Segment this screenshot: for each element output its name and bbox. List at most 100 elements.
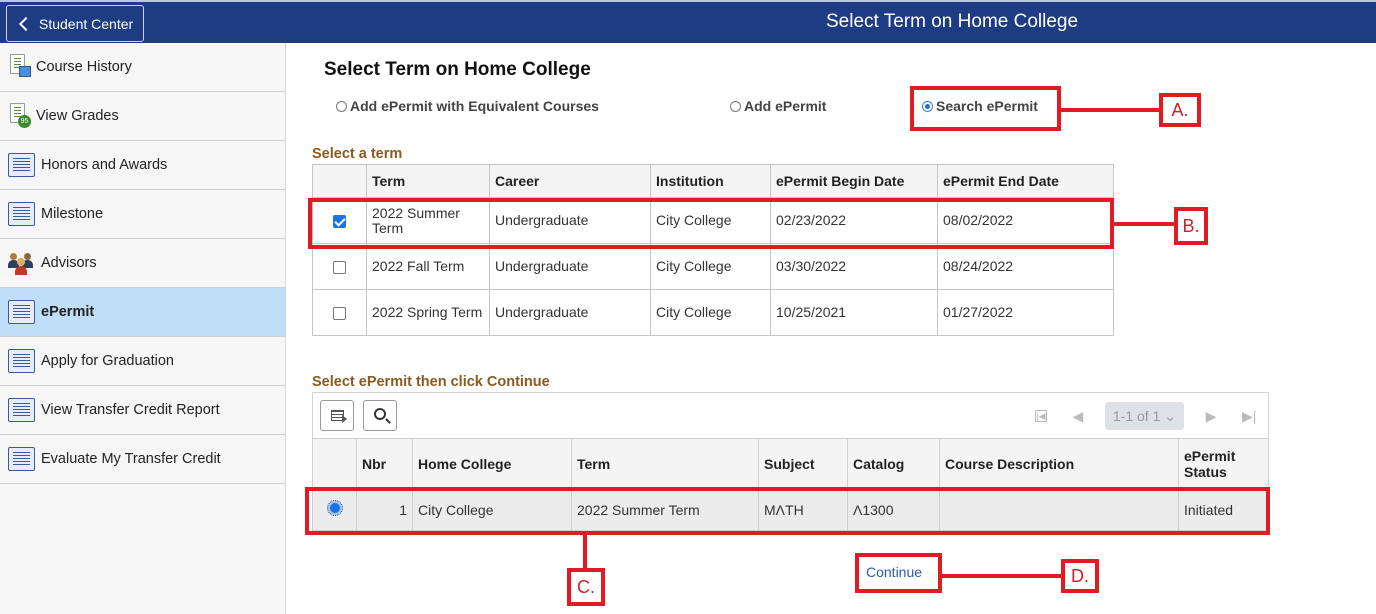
- radio-button[interactable]: [336, 100, 347, 112]
- sidebar-item-course-history[interactable]: Course History: [0, 43, 285, 92]
- header-title: Select Term on Home College: [826, 11, 1079, 32]
- sidebar-nav: Course History 95 View Grades Honors and…: [0, 43, 286, 614]
- radio-button-selected[interactable]: [922, 100, 933, 112]
- grades-icon: 95: [8, 103, 31, 129]
- table-row: 2022 Fall Term Undergraduate City Colleg…: [312, 243, 1114, 290]
- sidebar-item-label: View Grades: [36, 108, 119, 124]
- personalize-grid-button[interactable]: [320, 400, 354, 431]
- col-course-description: Course Description: [939, 438, 1179, 489]
- grid-settings-icon: [331, 410, 347, 423]
- student-center-back-button[interactable]: Student Center: [6, 5, 144, 42]
- list-icon: [8, 300, 35, 324]
- status-cell: Initiated: [1178, 488, 1269, 531]
- term-checkbox[interactable]: [333, 306, 346, 320]
- sidebar-item-label: Apply for Graduation: [41, 353, 174, 369]
- first-page-icon[interactable]: |◀: [1034, 410, 1047, 422]
- continue-link[interactable]: Continue: [866, 564, 922, 580]
- grid-toolbar: |◀ ◀ 1-1 of 1 ⌄ ▶ ▶|: [312, 392, 1269, 438]
- annotation-label-a: A.: [1159, 93, 1201, 127]
- col-begin-date: ePermit Begin Date: [770, 164, 938, 198]
- main-content: Select Term on Home College Add ePermit …: [287, 43, 1376, 614]
- table-row: 2022 Spring Term Undergraduate City Coll…: [312, 289, 1114, 336]
- list-icon: [8, 153, 35, 177]
- description-cell: [939, 488, 1179, 531]
- sidebar-item-transfer-credit-report[interactable]: View Transfer Credit Report: [0, 386, 285, 435]
- col-catalog: Catalog: [847, 438, 940, 489]
- catalog-cell: Λ1300: [847, 488, 940, 531]
- chevron-left-icon: [18, 16, 34, 31]
- end-date-cell: 08/02/2022: [937, 197, 1114, 244]
- col-nbr: Nbr: [356, 438, 413, 489]
- pager: |◀ ◀ 1-1 of 1 ⌄ ▶ ▶|: [1023, 393, 1268, 439]
- begin-date-cell: 02/23/2022: [770, 197, 938, 244]
- annotation-line-a: [1061, 108, 1161, 112]
- sidebar-item-label: Milestone: [41, 206, 104, 222]
- annotation-line-d: [942, 574, 1064, 578]
- annotation-label-c: C.: [567, 568, 605, 606]
- term-checkbox-checked[interactable]: [333, 214, 346, 228]
- career-cell: Undergraduate: [489, 243, 651, 290]
- sidebar-item-epermit[interactable]: ePermit: [0, 288, 285, 337]
- permits-table: Nbr Home College Term Subject Catalog Co…: [312, 438, 1269, 531]
- radio-button[interactable]: [730, 100, 741, 112]
- subject-cell: MΛTH: [758, 488, 848, 531]
- page-title: Select Term on Home College: [324, 59, 591, 80]
- epermit-grid: |◀ ◀ 1-1 of 1 ⌄ ▶ ▶| Nbr Home College Te…: [312, 392, 1269, 531]
- col-home-college: Home College: [412, 438, 572, 489]
- back-button-label: Student Center: [39, 15, 134, 32]
- col-institution: Institution: [650, 164, 771, 198]
- sidebar-item-label: View Transfer Credit Report: [41, 402, 220, 418]
- table-row: 2022 Summer Term Undergraduate City Coll…: [312, 197, 1114, 244]
- term-cell: 2022 Spring Term: [366, 289, 490, 336]
- option-add-epermit-equivalent[interactable]: Add ePermit with Equivalent Courses: [336, 98, 599, 114]
- institution-cell: City College: [650, 197, 771, 244]
- top-header: Student Center Select Term on Home Colle…: [0, 0, 1376, 43]
- sidebar-item-view-grades[interactable]: 95 View Grades: [0, 92, 285, 141]
- col-career: Career: [489, 164, 651, 198]
- sidebar-item-label: Evaluate My Transfer Credit: [41, 451, 221, 467]
- sidebar-item-advisors[interactable]: Advisors: [0, 239, 285, 288]
- col-term: Term: [366, 164, 490, 198]
- sidebar-item-milestone[interactable]: Milestone: [0, 190, 285, 239]
- annotation-line-b: [1114, 222, 1178, 226]
- option-search-epermit[interactable]: Search ePermit: [922, 98, 1038, 114]
- find-button[interactable]: [363, 400, 397, 431]
- list-icon: [8, 398, 35, 422]
- people-icon: [8, 251, 35, 275]
- select-epermit-label: Select ePermit then click Continue: [312, 374, 550, 390]
- option-add-epermit[interactable]: Add ePermit: [730, 98, 826, 114]
- page-range-select[interactable]: 1-1 of 1 ⌄: [1104, 402, 1184, 430]
- search-icon: [374, 408, 386, 420]
- previous-page-icon[interactable]: ◀: [1071, 408, 1085, 425]
- col-select: [312, 164, 367, 198]
- col-epermit-status: ePermit Status: [1178, 438, 1269, 489]
- sidebar-item-label: ePermit: [41, 304, 95, 320]
- col-select: [312, 438, 357, 489]
- sidebar-item-apply-graduation[interactable]: Apply for Graduation: [0, 337, 285, 386]
- sidebar-item-honors-awards[interactable]: Honors and Awards: [0, 141, 285, 190]
- terms-table: Term Career Institution ePermit Begin Da…: [312, 164, 1114, 336]
- sidebar-item-evaluate-transfer-credit[interactable]: Evaluate My Transfer Credit: [0, 435, 285, 484]
- end-date-cell: 08/24/2022: [937, 243, 1114, 290]
- sidebar-item-label: Honors and Awards: [41, 157, 168, 173]
- annotation-label-b: B.: [1174, 207, 1208, 245]
- begin-date-cell: 10/25/2021: [770, 289, 938, 336]
- term-checkbox[interactable]: [333, 260, 346, 274]
- course-history-icon: [8, 54, 31, 80]
- annotation-line-c: [583, 535, 587, 570]
- table-row: 1 City College 2022 Summer Term MΛTH Λ13…: [312, 488, 1269, 531]
- list-icon: [8, 202, 35, 226]
- epermit-radio-selected[interactable]: [326, 500, 343, 516]
- nbr-cell: 1: [356, 488, 413, 531]
- next-page-icon[interactable]: ▶: [1204, 408, 1218, 425]
- sidebar-item-label: Advisors: [41, 255, 97, 271]
- sidebar-item-label: Course History: [36, 59, 132, 75]
- term-cell: 2022 Summer Term: [366, 197, 490, 244]
- col-subject: Subject: [758, 438, 848, 489]
- last-page-icon[interactable]: ▶|: [1242, 408, 1256, 425]
- col-end-date: ePermit End Date: [937, 164, 1114, 198]
- begin-date-cell: 03/30/2022: [770, 243, 938, 290]
- list-icon: [8, 349, 35, 373]
- annotation-label-d: D.: [1061, 559, 1099, 593]
- term-cell: 2022 Fall Term: [366, 243, 490, 290]
